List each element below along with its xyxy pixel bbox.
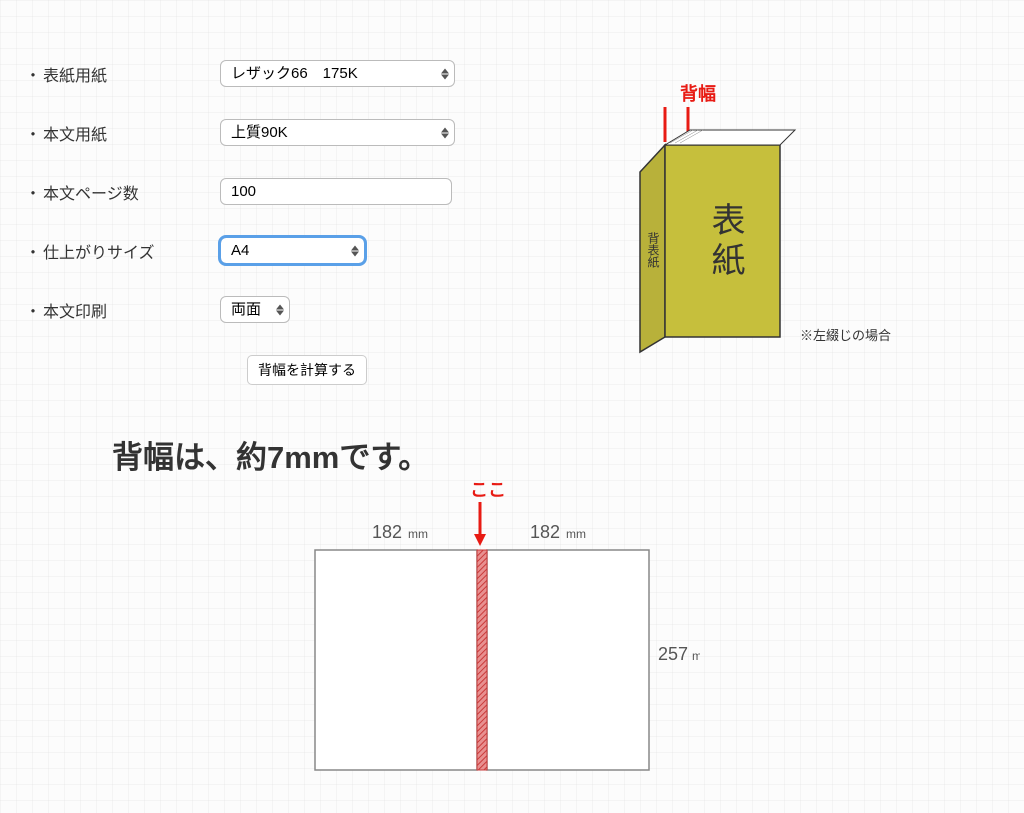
spine-side-text: 背表紙 [646, 232, 660, 269]
label-cover-paper: 表紙用紙 [25, 62, 220, 86]
binding-note: ※左綴じの場合 [800, 328, 891, 343]
label-body-print: 本文印刷 [25, 298, 220, 322]
layout-svg: ここ 182 mm 182 mm 257 mm [300, 478, 700, 808]
row-finish-size: 仕上がりサイズ A4 [25, 237, 525, 264]
right-width-value: 182 [530, 522, 560, 542]
form-area: 表紙用紙 レザック66 175K 本文用紙 上質90K 本文ページ数 仕上がりサ… [25, 60, 525, 385]
here-label: ここ [470, 480, 506, 500]
left-width-unit: mm [408, 527, 428, 541]
row-body-paper: 本文用紙 上質90K [25, 119, 525, 146]
label-finish-size: 仕上がりサイズ [25, 239, 220, 263]
calculate-button[interactable]: 背幅を計算する [247, 355, 367, 385]
result-text: 背幅は、約7mmです。 [112, 432, 429, 477]
page-count-input[interactable] [220, 178, 452, 205]
height-value: 257 [658, 644, 688, 664]
front-cover-text: 表紙 [706, 202, 744, 282]
row-cover-paper: 表紙用紙 レザック66 175K [25, 60, 525, 87]
left-width-value: 182 [372, 522, 402, 542]
height-unit: mm [692, 649, 700, 663]
body-paper-select[interactable]: 上質90K [220, 119, 455, 146]
spine-width-label: 背幅 [680, 83, 716, 104]
select-body-print: 両面 [220, 296, 290, 323]
layout-diagram: ここ 182 mm 182 mm 257 mm [300, 478, 700, 813]
select-cover-paper: レザック66 175K [220, 60, 455, 87]
row-body-print: 本文印刷 両面 [25, 296, 525, 323]
cover-paper-select[interactable]: レザック66 175K [220, 60, 455, 87]
finish-size-select[interactable]: A4 [220, 237, 365, 264]
label-page-count: 本文ページ数 [25, 180, 220, 204]
book-svg: 背幅 背表紙 表紙 ※左綴じの場合 [620, 82, 940, 362]
select-finish-size: A4 [220, 237, 365, 264]
right-width-unit: mm [566, 527, 586, 541]
row-page-count: 本文ページ数 [25, 178, 525, 205]
body-print-select[interactable]: 両面 [220, 296, 290, 323]
select-body-paper: 上質90K [220, 119, 455, 146]
book-3d-diagram: 背幅 背表紙 表紙 ※左綴じの場合 [620, 82, 940, 367]
label-body-paper: 本文用紙 [25, 121, 220, 145]
